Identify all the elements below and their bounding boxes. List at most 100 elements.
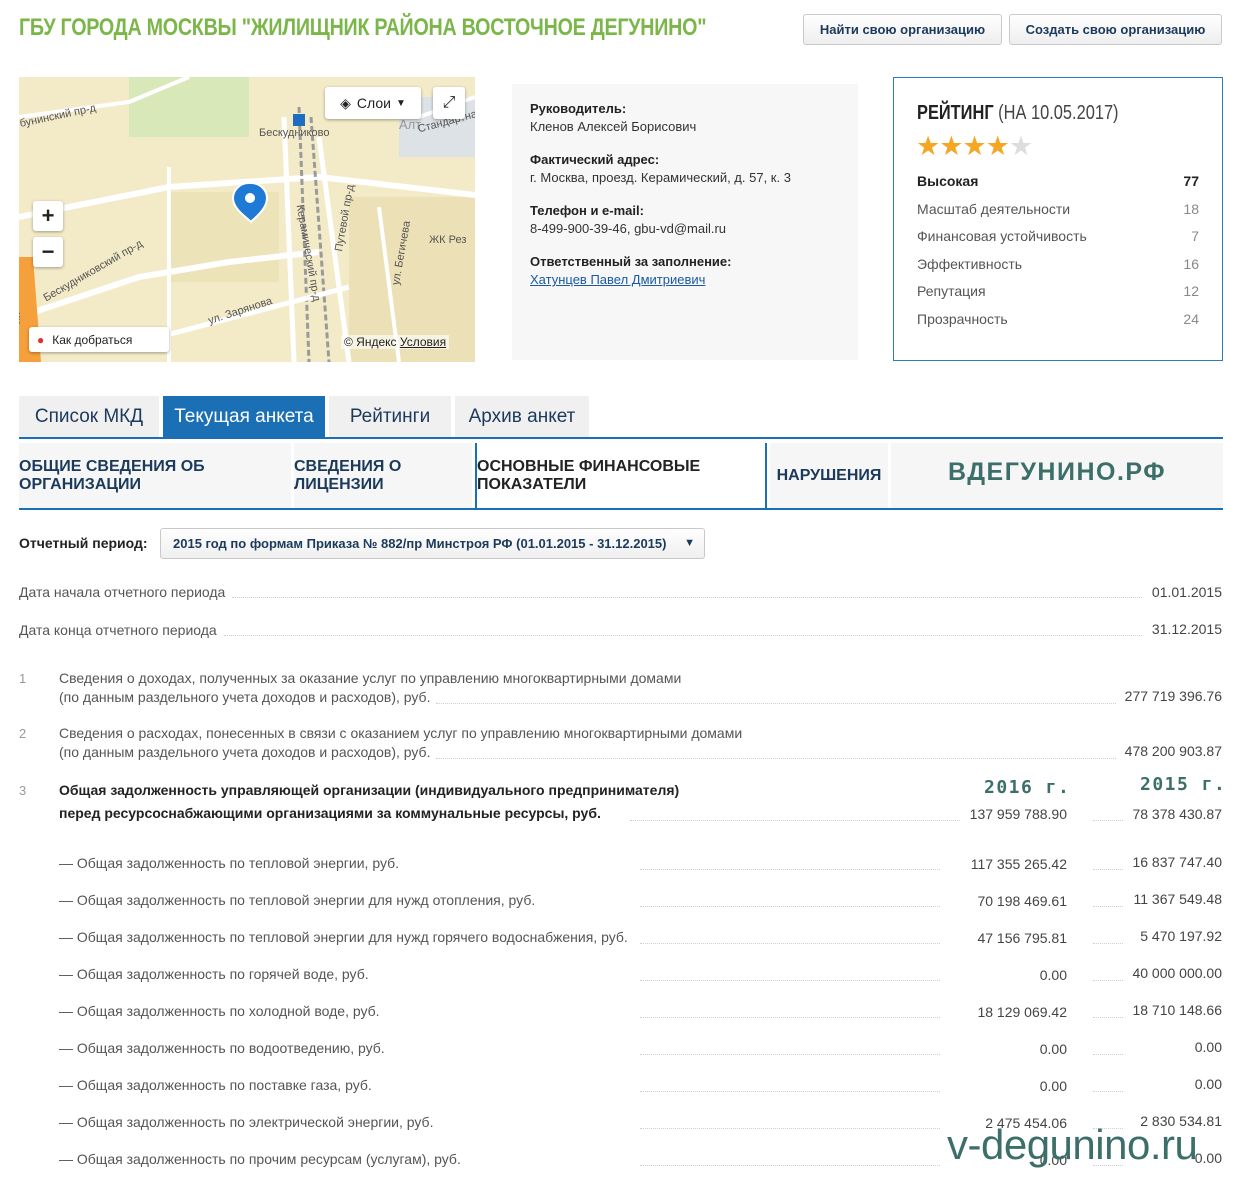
subnav-violations[interactable]: НАРУШЕНИЯ — [770, 443, 888, 509]
rating-row-value: 24 — [1183, 311, 1199, 327]
debt-total-2015: 78 378 430.87 — [1132, 806, 1222, 822]
tab-ratings[interactable]: Рейтинги — [329, 396, 451, 437]
dotted-leader — [224, 635, 1142, 636]
subnav-financial-indicators[interactable]: ОСНОВНЫЕ ФИНАНСОВЫЕ ПОКАЗАТЕЛИ — [475, 443, 767, 509]
dotted-leader — [1093, 980, 1123, 981]
dotted-leader — [640, 1128, 940, 1129]
debt-row-label: — Общая задолженность по водоотведению, … — [59, 1040, 385, 1056]
phone-block: Телефон и e-mail: 8-499-900-39-46, gbu-v… — [530, 203, 726, 236]
item-text: Сведения о расходах, понесенных в связи … — [59, 725, 743, 741]
contact-panel: Руководитель: Кленов Алексей Борисович Ф… — [512, 84, 858, 360]
period-select[interactable]: 2015 год по формам Приказа № 882/пр Минс… — [160, 528, 705, 559]
rating-row-label: Масштаб деятельности — [917, 201, 1071, 217]
create-organization-button[interactable]: Создать свою организацию — [1009, 14, 1222, 45]
expand-icon: ⤢ — [442, 94, 456, 111]
organization-title: ГБУ ГОРОДА МОСКВЫ "ЖИЛИЩНИК РАЙОНА ВОСТО… — [19, 14, 707, 41]
head-value: Кленов Алексей Борисович — [530, 119, 697, 134]
address-block: Фактический адрес: г. Москва, проезд. Ке… — [530, 152, 791, 185]
rating-title: РЕЙТИНГ (НА 10.05.2017) — [917, 102, 1119, 125]
debt-title: Общая задолженность управляющей организа… — [59, 782, 680, 798]
terms-link[interactable]: Условия — [400, 335, 446, 349]
rating-row-value: 18 — [1183, 201, 1199, 217]
watermark-bottom: v-degunino.ru — [947, 1121, 1198, 1168]
item-number: 2 — [19, 726, 27, 741]
tab-underline — [19, 437, 1223, 439]
dotted-leader — [630, 820, 960, 821]
dotted-leader — [1093, 1054, 1123, 1055]
rating-row: Репутация 12 — [917, 283, 1199, 299]
map-layers-button[interactable]: ◈ Слои ▼ — [325, 87, 421, 119]
item-text: (по данным раздельного учета доходов и р… — [59, 744, 431, 760]
star-filled-icon: ★ — [916, 131, 940, 161]
rating-stars: ★★★★★ — [916, 131, 1033, 162]
date-end-label: Дата конца отчетного периода — [19, 622, 217, 638]
debt-row-value-2015: 0.00 — [1194, 1076, 1222, 1092]
debt-row-label: — Общая задолженность по прочим ресурсам… — [59, 1151, 461, 1167]
rating-row: Прозрачность 24 — [917, 311, 1199, 327]
tab-current-survey[interactable]: Текущая анкета — [163, 396, 325, 437]
tab-survey-archive[interactable]: Архив анкет — [455, 396, 589, 437]
subnav-general-info[interactable]: ОБЩИЕ СВЕДЕНИЯ ОБ ОРГАНИЗАЦИИ — [19, 443, 291, 509]
debt-row-value-2015: 0.00 — [1194, 1150, 1222, 1166]
debt-row-value-2016: 47 156 795.81 — [977, 930, 1067, 946]
dotted-leader — [436, 758, 1116, 759]
item-text: Сведения о доходах, полученных за оказан… — [59, 670, 682, 686]
debt-row-label: — Общая задолженность по поставке газа, … — [59, 1077, 372, 1093]
head-block: Руководитель: Кленов Алексей Борисович — [530, 101, 696, 134]
debt-row-label: — Общая задолженность по тепловой энерги… — [59, 855, 400, 871]
responsible-block: Ответственный за заполнение: Хатунцев Па… — [530, 254, 731, 287]
dotted-leader — [436, 703, 1116, 704]
rating-title-text: РЕЙТИНГ — [917, 102, 994, 124]
map-street-label: нп — [19, 311, 24, 325]
pin-icon: ● — [37, 332, 45, 347]
rating-row-value: 7 — [1191, 228, 1199, 244]
route-button[interactable]: ● Как добраться — [29, 327, 169, 352]
rating-row-label: Финансовая устойчивость — [917, 228, 1087, 244]
debt-total-2016: 137 959 788.90 — [969, 806, 1067, 822]
rating-row: Масштаб деятельности 18 — [917, 201, 1199, 217]
rating-date: (НА 10.05.2017) — [998, 102, 1119, 124]
debt-row-label: — Общая задолженность по горячей воде, р… — [59, 966, 369, 982]
dotted-leader — [640, 1165, 940, 1166]
copyright-text: © Яндекс — [344, 335, 397, 349]
map[interactable]: бунинский пр-д Бескудниково Алт ЖК Рез С… — [19, 77, 475, 362]
responsible-link[interactable]: Хатунцев Павел Дмитриевич — [530, 272, 731, 287]
find-organization-button[interactable]: Найти свою организацию — [803, 14, 1002, 45]
map-complex-label: ЖК Рез — [429, 234, 467, 246]
date-end-value: 31.12.2015 — [1151, 621, 1222, 637]
star-filled-icon: ★ — [962, 131, 986, 161]
zoom-in-button[interactable]: + — [33, 201, 63, 231]
debt-row-value-2015: 0.00 — [1194, 1039, 1222, 1055]
dotted-leader — [1093, 820, 1123, 821]
address-value: г. Москва, проезд. Керамический, д. 57, … — [530, 170, 791, 185]
star-empty-icon: ★ — [1008, 131, 1033, 161]
subnav-license-info[interactable]: СВЕДЕНИЯ О ЛИЦЕНЗИИ — [294, 443, 472, 509]
rating-row-label: Эффективность — [917, 256, 1023, 272]
debt-row-label: — Общая задолженность по электрической э… — [59, 1114, 434, 1130]
dotted-leader — [1093, 1091, 1123, 1092]
dotted-leader — [1093, 1017, 1123, 1018]
dotted-leader — [232, 597, 1142, 598]
phone-value: 8-499-900-39-46, gbu-vd@mail.ru — [530, 221, 727, 236]
phone-label: Телефон и e-mail: — [530, 203, 644, 218]
dotted-leader — [1093, 869, 1123, 870]
zoom-out-button[interactable]: − — [33, 237, 63, 267]
dotted-leader — [640, 1054, 940, 1055]
chevron-down-icon: ▼ — [684, 537, 695, 549]
debt-row-value-2016: 0.00 — [1039, 1041, 1067, 1057]
fullscreen-button[interactable]: ⤢ — [433, 87, 465, 119]
dotted-leader — [640, 980, 940, 981]
dotted-leader — [640, 943, 940, 944]
watermark-top: ВДЕГУНИНО.РФ — [948, 458, 1167, 486]
item-text: (по данным раздельного учета доходов и р… — [59, 689, 431, 705]
minus-icon: − — [41, 239, 55, 264]
debt-row-value-2016: 117 355 265.42 — [970, 856, 1067, 872]
debt-row-value-2015: 16 837 747.40 — [1132, 854, 1222, 870]
rating-level: Высокая — [917, 173, 979, 189]
tab-mkd-list[interactable]: Список МКД — [19, 396, 159, 437]
year-2016-header: 2016 г. — [984, 777, 1071, 798]
item-number: 3 — [19, 783, 27, 798]
responsible-label: Ответственный за заполнение: — [530, 254, 732, 269]
rating-row: Эффективность 16 — [917, 256, 1199, 272]
plus-icon: + — [41, 203, 55, 228]
